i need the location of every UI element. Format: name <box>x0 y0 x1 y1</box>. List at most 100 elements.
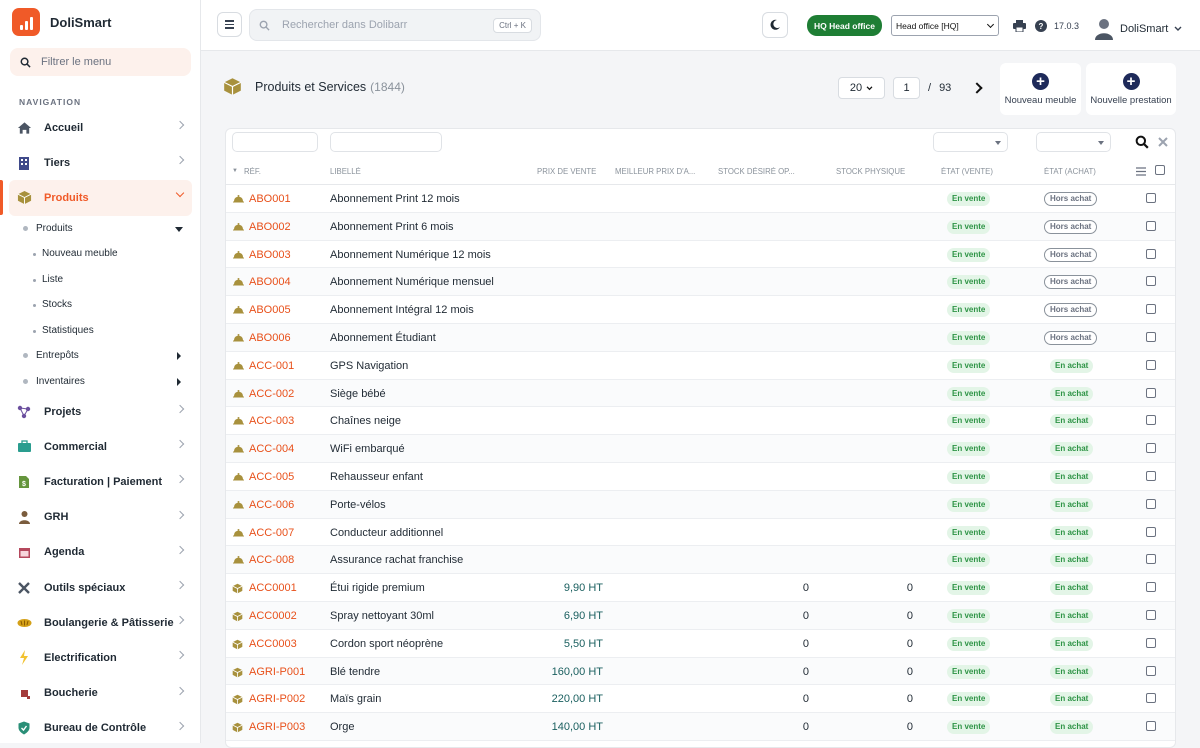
product-ref-link[interactable]: ACC0003 <box>249 638 297 650</box>
table-row[interactable]: ABO002 Abonnement Print 6 mois En vente Hor… <box>226 212 1175 241</box>
submenu-inventaires[interactable]: Inventaires <box>0 369 201 395</box>
row-checkbox[interactable] <box>1146 276 1156 287</box>
table-row[interactable]: ABO004 Abonnement Numérique mensuel En ven… <box>226 268 1175 297</box>
submenu-entrepots[interactable]: Entrepôts <box>0 343 201 369</box>
select-all-checkbox[interactable] <box>1155 165 1165 175</box>
row-checkbox[interactable] <box>1146 526 1156 537</box>
table-row[interactable]: ACC0003 Cordon sport néoprène 5,50 HT 0 0 En … <box>226 629 1175 658</box>
row-checkbox[interactable] <box>1146 609 1156 620</box>
product-ref-link[interactable]: ABO002 <box>249 221 291 233</box>
product-ref-link[interactable]: ACC-006 <box>249 499 294 511</box>
product-ref-link[interactable]: AGRI-P003 <box>249 721 305 733</box>
product-ref-link[interactable]: ACC-004 <box>249 443 294 455</box>
col-price[interactable]: Prix de vente <box>537 167 596 176</box>
product-ref-link[interactable]: ACC0001 <box>249 582 297 594</box>
sidebar-item-facturation[interactable]: $ Facturation | Paiement <box>0 464 201 499</box>
col-buy-status[interactable]: État (Achat) <box>1044 167 1096 176</box>
filter-sell-status-select[interactable] <box>933 132 1008 152</box>
sidebar-item-outils[interactable]: Outils spéciaux <box>0 570 201 605</box>
product-ref-link[interactable]: ABO005 <box>249 304 291 316</box>
table-row[interactable]: ACC-001 GPS Navigation En vente En achat <box>226 351 1175 380</box>
global-search-input[interactable]: Rechercher dans Dolibarr Ctrl + K <box>249 9 541 41</box>
table-row[interactable]: ABO001 Abonnement Print 12 mois En vente Ho… <box>226 185 1175 213</box>
next-page-icon[interactable] <box>971 82 983 94</box>
col-physical-stock[interactable]: Stock physique <box>836 167 905 176</box>
product-ref-link[interactable]: ABO003 <box>249 249 291 261</box>
row-checkbox[interactable] <box>1146 554 1156 565</box>
sidebar-item-produits[interactable]: Produits <box>0 180 192 216</box>
sidebar-item-electrification[interactable]: Electrification <box>0 640 201 675</box>
row-checkbox[interactable] <box>1146 304 1156 315</box>
sort-desc-icon[interactable]: ▼ <box>232 168 238 174</box>
row-checkbox[interactable] <box>1146 331 1156 342</box>
product-ref-link[interactable]: ACC-002 <box>249 388 294 400</box>
submenu-nouveau-meuble[interactable]: Nouveau meuble <box>0 241 201 267</box>
row-checkbox[interactable] <box>1146 637 1156 648</box>
sidebar-item-commercial[interactable]: Commercial <box>0 429 201 464</box>
table-row[interactable]: ACC-007 Conducteur additionnel En vente En … <box>226 518 1175 547</box>
sidebar-item-grh[interactable]: GRH <box>0 500 201 535</box>
row-checkbox[interactable] <box>1146 387 1156 398</box>
table-row[interactable]: ACC0002 Spray nettoyant 30ml 6,90 HT 0 0 En v… <box>226 601 1175 630</box>
row-checkbox[interactable] <box>1146 498 1156 509</box>
table-row[interactable]: ACC-005 Rehausseur enfant En vente En achat <box>226 462 1175 491</box>
list-settings-icon[interactable] <box>1136 167 1146 176</box>
col-ref[interactable]: Réf. <box>244 167 261 176</box>
new-prestation-button[interactable]: + Nouvelle prestation <box>1086 63 1176 115</box>
entity-select[interactable]: Head office [HQ] <box>891 15 999 36</box>
submenu-statistiques[interactable]: Statistiques <box>0 318 201 344</box>
help-icon[interactable]: ? <box>1035 20 1047 32</box>
row-checkbox[interactable] <box>1146 415 1156 426</box>
printer-icon[interactable] <box>1013 20 1026 32</box>
submenu-liste[interactable]: Liste <box>0 267 201 293</box>
sidebar-item-projets[interactable]: Projets <box>0 394 201 429</box>
sidebar-item-accueil[interactable]: Accueil <box>0 110 201 145</box>
table-row[interactable]: AGRI-P003 Orge 140,00 HT 0 0 En vente En achat <box>226 713 1175 741</box>
sidebar-item-bureau-controle[interactable]: Bureau de Contrôle <box>0 711 201 746</box>
table-row[interactable]: ACC-006 Porte-vélos En vente En achat <box>226 490 1175 519</box>
row-checkbox[interactable] <box>1146 193 1156 203</box>
product-ref-link[interactable]: ACC-007 <box>249 527 294 539</box>
product-ref-link[interactable]: ACC-008 <box>249 554 294 566</box>
entity-badge[interactable]: HQ Head office <box>807 15 882 36</box>
row-checkbox[interactable] <box>1146 721 1156 732</box>
product-ref-link[interactable]: ACC-003 <box>249 415 294 427</box>
col-label[interactable]: Libellé <box>330 167 361 176</box>
table-row[interactable]: ABO005 Abonnement Intégral 12 mois En vent… <box>226 296 1175 324</box>
product-ref-link[interactable]: ABO006 <box>249 332 291 344</box>
product-ref-link[interactable]: ACC0002 <box>249 610 297 622</box>
row-checkbox[interactable] <box>1146 248 1156 259</box>
sidebar-item-boucherie[interactable]: Boucherie <box>0 676 201 711</box>
product-ref-link[interactable]: ABO001 <box>249 193 291 205</box>
table-row[interactable]: ACC-003 Chaînes neige En vente En achat <box>226 407 1175 436</box>
col-sell-status[interactable]: État (Vente) <box>941 167 993 176</box>
table-row[interactable]: ACC0001 Étui rigide premium 9,90 HT 0 0 En ve… <box>226 574 1175 602</box>
row-checkbox[interactable] <box>1146 359 1156 370</box>
filter-ref-input[interactable] <box>232 132 318 152</box>
close-icon[interactable] <box>1158 137 1168 147</box>
page-number-input[interactable]: 1 <box>893 77 920 99</box>
product-ref-link[interactable]: ABO004 <box>249 276 291 288</box>
col-best-buy-price[interactable]: Meilleur prix d'a... <box>615 167 707 176</box>
filter-label-input[interactable] <box>330 132 442 152</box>
menu-filter-input[interactable]: Filtrer le menu <box>10 48 191 76</box>
product-ref-link[interactable]: AGRI-P002 <box>249 693 305 705</box>
dark-mode-toggle[interactable] <box>762 12 788 38</box>
table-row[interactable]: ACC-004 WiFi embarqué En vente En achat <box>226 435 1175 463</box>
row-checkbox[interactable] <box>1146 470 1156 481</box>
product-ref-link[interactable]: ACC-001 <box>249 360 294 372</box>
col-desired-stock[interactable]: Stock désiré op... <box>718 167 810 176</box>
row-checkbox[interactable] <box>1146 665 1156 676</box>
row-checkbox[interactable] <box>1146 220 1156 231</box>
search-icon[interactable] <box>1135 135 1149 149</box>
table-row[interactable]: ACC-002 Siège bébé En vente En achat <box>226 379 1175 408</box>
user-menu[interactable]: DoliSmart <box>1094 18 1182 40</box>
sidebar-item-tiers[interactable]: Tiers <box>0 145 201 180</box>
submenu-produits[interactable]: Produits <box>0 216 201 242</box>
app-logo[interactable]: DoliSmart <box>12 8 111 36</box>
submenu-stocks[interactable]: Stocks <box>0 292 201 318</box>
table-row[interactable]: ACC-008 Assurance rachat franchise En vent… <box>226 546 1175 575</box>
table-row[interactable]: AGRI-P002 Maïs grain 220,00 HT 0 0 En vente En… <box>226 685 1175 714</box>
row-checkbox[interactable] <box>1146 443 1156 454</box>
row-checkbox[interactable] <box>1146 693 1156 704</box>
